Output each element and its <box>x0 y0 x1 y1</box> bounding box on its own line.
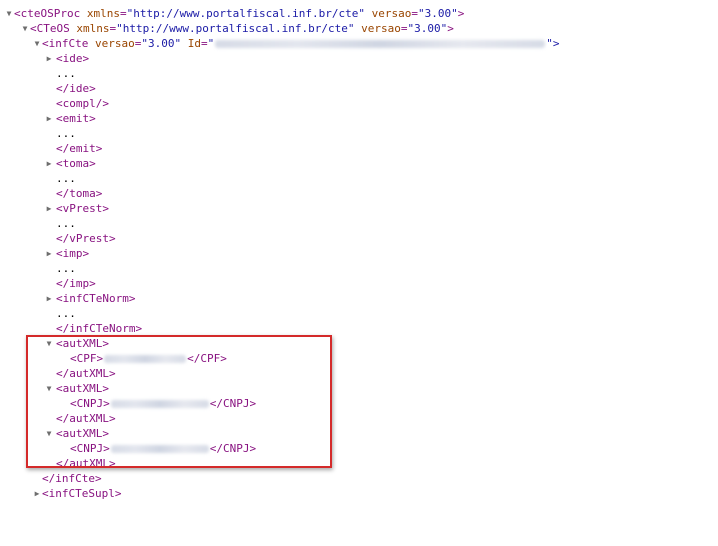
xml-line-cteos: ▼ <CTeOS xmlns="http://www.portalfiscal.… <box>0 21 718 36</box>
collapsed-triangle-icon[interactable]: ▶ <box>44 111 54 126</box>
xml-line-cteosproc: ▼ <cteOSProc xmlns="http://www.portalfis… <box>0 6 718 21</box>
xml-line-autxml: ▼ <autXML> <box>0 426 718 441</box>
xml-line-infcte: ▼ <infCte versao="3.00" Id=" "> <box>0 36 718 51</box>
xml-line-ellipsis: ... <box>0 216 718 231</box>
collapsed-triangle-icon[interactable]: ▶ <box>44 51 54 66</box>
xml-line-autxml: ▼ <autXML> <box>0 381 718 396</box>
collapsed-ellipsis[interactable]: ... <box>56 216 76 231</box>
redacted-id-value <box>215 40 546 48</box>
xml-line-ide-close: </ide> <box>0 81 718 96</box>
xml-line-imp-close: </imp> <box>0 276 718 291</box>
cpf-element: <CPF> </CPF> <box>70 352 227 365</box>
collapsed-ellipsis[interactable]: ... <box>56 306 76 321</box>
xml-line-emit: ▶ <emit> <box>0 111 718 126</box>
xml-line-autxml-close: </autXML> <box>0 411 718 426</box>
xml-line-ellipsis: ... <box>0 126 718 141</box>
xml-line-cpf: <CPF> </CPF> <box>0 351 718 366</box>
collapsed-ellipsis[interactable]: ... <box>56 66 76 81</box>
xml-line-infctesupl: ▶ <infCTeSupl> <box>0 486 718 501</box>
autxml-close-tag: </autXML> <box>56 457 116 470</box>
xml-line-vprest: ▶ <vPrest> <box>0 201 718 216</box>
xml-line-compl: <compl/> <box>0 96 718 111</box>
redacted-cpf-value <box>104 355 187 363</box>
infcte-close-tag: </infCte> <box>42 472 102 485</box>
autxml-close-tag: </autXML> <box>56 412 116 425</box>
ide-close-tag: </ide> <box>56 82 96 95</box>
cnpj-element: <CNPJ> </CNPJ> <box>70 397 257 410</box>
xml-line-ide: ▶ <ide> <box>0 51 718 66</box>
xml-line-ellipsis: ... <box>0 66 718 81</box>
toma-open-tag: <toma> <box>56 157 96 170</box>
expanded-triangle-icon[interactable]: ▼ <box>32 36 42 51</box>
compl-self-closing-tag: <compl/> <box>56 97 109 110</box>
expanded-triangle-icon[interactable]: ▼ <box>44 381 54 396</box>
expanded-triangle-icon[interactable]: ▼ <box>44 426 54 441</box>
xml-line-autxml: ▼ <autXML> <box>0 336 718 351</box>
ide-open-tag: <ide> <box>56 52 90 65</box>
infcte-open-tag: <infCte versao="3.00" Id=" "> <box>42 37 560 50</box>
vprest-open-tag: <vPrest> <box>56 202 109 215</box>
toma-close-tag: </toma> <box>56 187 103 200</box>
collapsed-ellipsis[interactable]: ... <box>56 171 76 186</box>
xml-line-infctenorm-close: </infCTeNorm> <box>0 321 718 336</box>
autxml-open-tag: <autXML> <box>56 337 109 350</box>
infctesupl-open-tag: <infCTeSupl> <box>42 487 122 500</box>
expanded-triangle-icon[interactable]: ▼ <box>4 6 14 21</box>
xml-line-cnpj: <CNPJ> </CNPJ> <box>0 396 718 411</box>
xml-line-ellipsis: ... <box>0 306 718 321</box>
collapsed-ellipsis[interactable]: ... <box>56 126 76 141</box>
imp-open-tag: <imp> <box>56 247 90 260</box>
xml-line-ellipsis: ... <box>0 171 718 186</box>
xml-line-toma-close: </toma> <box>0 186 718 201</box>
collapsed-triangle-icon[interactable]: ▶ <box>32 486 42 501</box>
vprest-close-tag: </vPrest> <box>56 232 116 245</box>
xml-tree-viewer: ▼ <cteOSProc xmlns="http://www.portalfis… <box>0 6 718 501</box>
expanded-triangle-icon[interactable]: ▼ <box>44 336 54 351</box>
collapsed-triangle-icon[interactable]: ▶ <box>44 156 54 171</box>
xml-line-vprest-close: </vPrest> <box>0 231 718 246</box>
autxml-open-tag: <autXML> <box>56 427 109 440</box>
redacted-cnpj-value <box>110 445 209 453</box>
cteosproc-open-tag: <cteOSProc xmlns="http://www.portalfisca… <box>14 7 465 20</box>
infctenorm-open-tag: <infCTeNorm> <box>56 292 136 305</box>
xml-line-infcte-close: </infCte> <box>0 471 718 486</box>
emit-close-tag: </emit> <box>56 142 103 155</box>
imp-close-tag: </imp> <box>56 277 96 290</box>
cnpj-element: <CNPJ> </CNPJ> <box>70 442 257 455</box>
collapsed-ellipsis[interactable]: ... <box>56 261 76 276</box>
xml-line-imp: ▶ <imp> <box>0 246 718 261</box>
xml-line-autxml-close: </autXML> <box>0 366 718 381</box>
collapsed-triangle-icon[interactable]: ▶ <box>44 201 54 216</box>
collapsed-triangle-icon[interactable]: ▶ <box>44 291 54 306</box>
xml-line-cnpj: <CNPJ> </CNPJ> <box>0 441 718 456</box>
redacted-cnpj-value <box>110 400 209 408</box>
infctenorm-close-tag: </infCTeNorm> <box>56 322 143 335</box>
autxml-close-tag: </autXML> <box>56 367 116 380</box>
xml-line-autxml-close: </autXML> <box>0 456 718 471</box>
xml-line-ellipsis: ... <box>0 261 718 276</box>
xml-line-toma: ▶ <toma> <box>0 156 718 171</box>
xml-line-infctenorm: ▶ <infCTeNorm> <box>0 291 718 306</box>
autxml-open-tag: <autXML> <box>56 382 109 395</box>
emit-open-tag: <emit> <box>56 112 96 125</box>
xml-line-emit-close: </emit> <box>0 141 718 156</box>
cteos-open-tag: <CTeOS xmlns="http://www.portalfiscal.in… <box>30 22 454 35</box>
collapsed-triangle-icon[interactable]: ▶ <box>44 246 54 261</box>
expanded-triangle-icon[interactable]: ▼ <box>20 21 30 36</box>
